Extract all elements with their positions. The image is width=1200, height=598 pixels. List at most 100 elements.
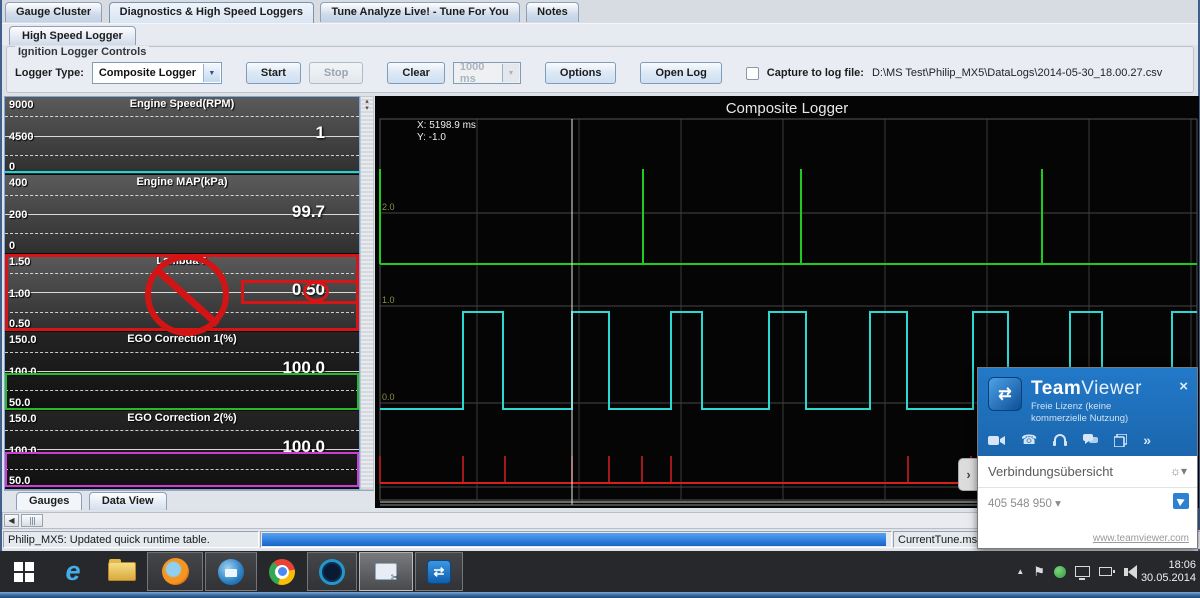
gear-icon[interactable]: ☼▾ — [1170, 464, 1187, 478]
tab-diagnostics-loggers[interactable]: Diagnostics & High Speed Loggers — [109, 2, 314, 24]
tab-tune-analyze[interactable]: Tune Analyze Live! - Tune For You — [320, 2, 519, 22]
caret-down-icon: ▾ — [1181, 464, 1187, 478]
tab-notes[interactable]: Notes — [526, 2, 579, 22]
connection-overview-row: Verbindungsübersicht ☼▾ — [978, 456, 1197, 488]
desktop-edge-strip — [0, 592, 1200, 598]
more-actions-icon[interactable]: » — [1143, 432, 1151, 448]
teamviewer-website-link[interactable]: www.teamviewer.com — [1093, 533, 1189, 544]
brand-light: Viewer — [1081, 378, 1142, 399]
sub-tab-bar: High Speed Logger — [2, 23, 1198, 45]
tick-top: 1.50 — [9, 256, 30, 268]
dash-line — [5, 430, 359, 431]
gauges-vertical-scrollbar[interactable]: ▴▾ — [360, 96, 374, 490]
ego2-history-border — [5, 452, 359, 487]
rpm-trace-line — [5, 171, 359, 173]
svg-text:2.0: 2.0 — [382, 202, 395, 212]
system-tray: ▲ ⚑ 18:06 30.05.2014 — [1016, 551, 1196, 592]
teamviewer-logo-icon: ⇄ — [988, 377, 1022, 411]
logger-type-combo[interactable]: Composite Logger ▼ — [92, 62, 222, 84]
combo-arrow-icon[interactable]: ▼ — [203, 64, 220, 82]
clock-date: 30.05.2014 — [1141, 572, 1196, 585]
svg-text:1.0: 1.0 — [382, 295, 395, 305]
clear-button[interactable]: Clear — [387, 62, 445, 84]
taskbar-snipping-tool[interactable] — [359, 552, 413, 591]
tick-top: 150.0 — [9, 413, 37, 425]
hidden-icons-caret-icon[interactable]: ▲ — [1016, 567, 1024, 576]
open-log-button[interactable]: Open Log — [640, 62, 721, 84]
gauge-title: Engine Speed(RPM) — [5, 98, 359, 110]
tick-mid: 1.00 — [9, 288, 30, 300]
bottom-horizontal-scrollbar[interactable]: ◀ — [2, 512, 978, 529]
connection-overview-label: Verbindungsübersicht — [988, 464, 1113, 479]
connection-id-row: 405 548 950 ▾ — [978, 488, 1197, 516]
tab-gauge-cluster[interactable]: Gauge Cluster — [5, 2, 102, 22]
gauge-ego-correction-1: EGO Correction 1(%) 150.0 100.0 50.0 100… — [5, 332, 359, 410]
close-icon[interactable]: × — [1179, 378, 1188, 395]
screen: Gauge Cluster Diagnostics & High Speed L… — [0, 0, 1200, 598]
cursor-arrow-icon — [1176, 496, 1186, 506]
gauge-title: Engine MAP(kPa) — [5, 176, 359, 188]
gauge-ego-correction-2: EGO Correction 2(%) 150.0 100.0 50.0 100… — [5, 411, 359, 489]
phone-call-icon[interactable]: ☎ — [1021, 432, 1037, 448]
tab-data-view[interactable]: Data View — [89, 492, 167, 510]
capture-checkbox[interactable] — [746, 67, 759, 80]
action-center-flag-icon[interactable]: ⚑ — [1033, 564, 1045, 580]
security-status-icon[interactable] — [1054, 566, 1066, 578]
ego1-history-border — [5, 373, 359, 409]
connection-id[interactable]: 405 548 950 ▾ — [988, 496, 1061, 510]
volume-icon[interactable] — [1121, 565, 1128, 579]
tick-top: 400 — [9, 177, 27, 189]
tab-high-speed-logger[interactable]: High Speed Logger — [9, 26, 136, 45]
video-call-icon[interactable] — [988, 435, 1005, 446]
combo-arrow-icon: ▼ — [502, 64, 519, 82]
progress-bar — [262, 533, 886, 546]
brand-bold: Team — [1031, 378, 1081, 399]
gauge-lambda: Lambda 1 1.50 1.00 0.50 0.50 — [5, 254, 359, 332]
dash-line — [5, 116, 359, 117]
tick-bottom: 0 — [9, 240, 15, 252]
tick-top: 9000 — [9, 99, 33, 111]
taskbar-chrome[interactable] — [259, 552, 305, 591]
windows-logo-icon — [14, 562, 34, 582]
logger-type-value: Composite Logger — [99, 67, 196, 79]
taskbar-firefox[interactable] — [147, 552, 203, 591]
start-button[interactable] — [1, 552, 47, 591]
main-tab-bar: Gauge Cluster Diagnostics & High Speed L… — [2, 0, 1198, 23]
progress-cell — [260, 531, 892, 548]
tick-bottom: 0.50 — [9, 318, 30, 330]
teamviewer-collapse-chevron-icon[interactable]: › — [958, 458, 978, 491]
taskbar-clock[interactable]: 18:06 30.05.2014 — [1141, 559, 1196, 585]
headset-icon[interactable] — [1053, 434, 1067, 446]
scrollbar-arrows-icon[interactable]: ▴▾ — [361, 98, 373, 112]
taskbar-file-explorer[interactable] — [99, 552, 145, 591]
start-button[interactable]: Start — [246, 62, 301, 84]
group-title: Ignition Logger Controls — [15, 46, 149, 58]
taskbar-thunderbird[interactable] — [205, 552, 257, 591]
lambda-value-annotation-ring — [303, 281, 329, 302]
tuning-app-icon — [319, 559, 345, 585]
gear-glyph: ☼ — [1170, 464, 1181, 478]
tick-mid: 200 — [9, 209, 27, 221]
stop-button[interactable]: Stop — [309, 62, 363, 84]
folder-icon — [108, 562, 136, 581]
firefox-icon — [162, 558, 189, 585]
teamviewer-toolbar: ☎ » — [988, 428, 1187, 452]
options-button[interactable]: Options — [545, 62, 617, 84]
scrollbar-thumb[interactable] — [21, 514, 43, 527]
thunderbird-icon — [218, 559, 244, 585]
remote-control-button[interactable] — [1173, 493, 1189, 509]
connection-id-value: 405 548 950 — [988, 498, 1052, 510]
power-icon[interactable] — [1099, 567, 1112, 576]
file-transfer-icon[interactable] — [1114, 434, 1127, 447]
teamviewer-app-icon: ⇄ — [427, 560, 451, 584]
dash-line — [5, 155, 359, 156]
tab-gauges[interactable]: Gauges — [16, 492, 82, 510]
taskbar-tuning-app[interactable] — [307, 552, 357, 591]
taskbar-internet-explorer[interactable]: e — [49, 552, 97, 591]
network-icon[interactable] — [1075, 566, 1090, 577]
dash-line — [5, 195, 359, 196]
chat-icon[interactable] — [1083, 434, 1098, 446]
interval-combo[interactable]: 1000 ms ▼ — [453, 62, 521, 84]
taskbar-teamviewer[interactable]: ⇄ — [415, 552, 463, 591]
scroll-left-icon[interactable]: ◀ — [4, 514, 19, 527]
